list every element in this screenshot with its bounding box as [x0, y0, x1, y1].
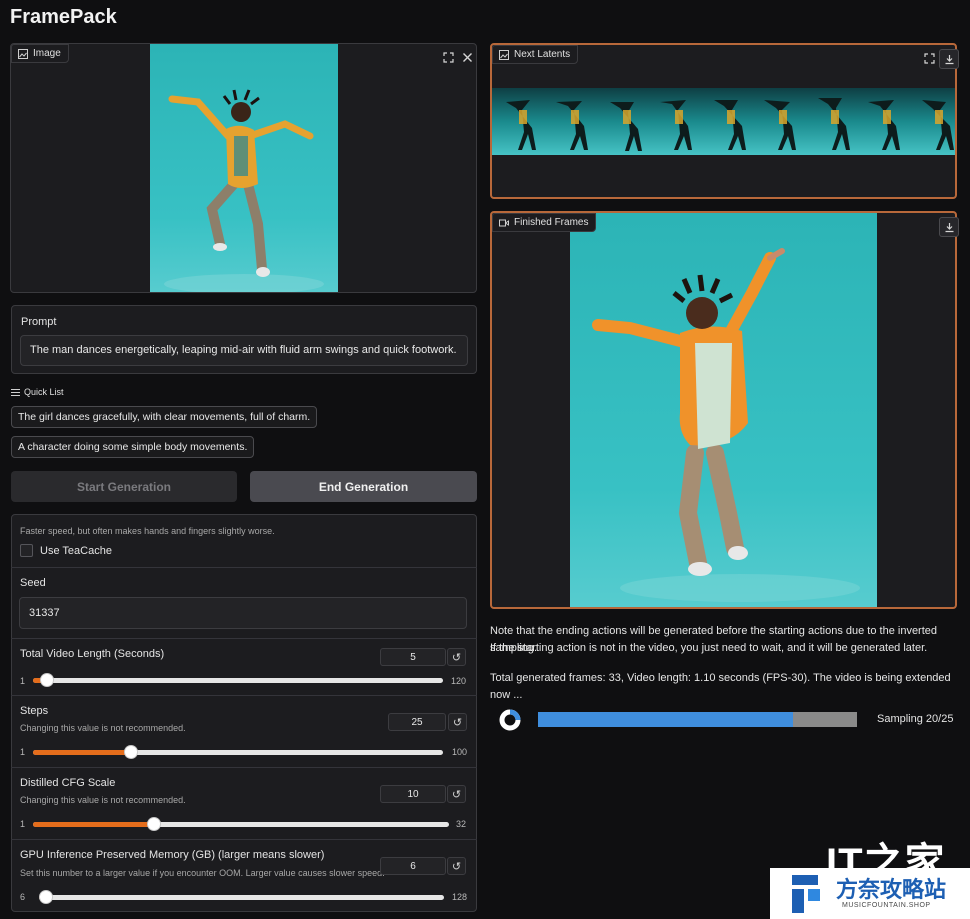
- next-latents-label: Next Latents: [514, 49, 571, 60]
- fullscreen-icon[interactable]: [920, 49, 938, 67]
- output-video[interactable]: [570, 213, 877, 607]
- video-icon: [499, 219, 509, 226]
- gpu-memory-info: Set this number to a larger value if you…: [20, 868, 385, 878]
- image-input-panel[interactable]: Image: [10, 43, 477, 293]
- watermark-url: MUSICFOUNTAIN.SHOP: [842, 902, 931, 909]
- prompt-input[interactable]: The man dances energetically, leaping mi…: [20, 335, 468, 366]
- steps-slider[interactable]: [33, 745, 443, 759]
- slider-fill: [33, 822, 154, 827]
- cfg-label: Distilled CFG Scale: [20, 777, 116, 789]
- video-length-slider[interactable]: [33, 673, 443, 687]
- gpu-memory-label: GPU Inference Preserved Memory (GB) (lar…: [20, 849, 325, 861]
- progress-bar: [538, 712, 857, 727]
- finished-frames-panel: Finished Frames: [490, 211, 959, 609]
- gpu-memory-section: GPU Inference Preserved Memory (GB) (lar…: [11, 839, 477, 911]
- image-label-chip: Image: [11, 44, 69, 63]
- video-length-section: Total Video Length (Seconds) 5 ↺ 1 120: [11, 638, 477, 695]
- steps-input[interactable]: 25: [388, 713, 446, 731]
- teacache-info: Faster speed, but often makes hands and …: [20, 526, 275, 536]
- app-title: FramePack: [10, 6, 117, 28]
- reset-icon[interactable]: ↺: [447, 857, 466, 875]
- latent-frames-image: [492, 88, 955, 155]
- teacache-checkbox[interactable]: Use TeaCache: [20, 544, 112, 557]
- slider-thumb[interactable]: [39, 673, 54, 687]
- quick-list-item[interactable]: The girl dances gracefully, with clear m…: [11, 406, 318, 428]
- watermark-logo-icon: [792, 875, 830, 913]
- prompt-panel: Prompt The man dances energetically, lea…: [11, 305, 477, 374]
- quick-list-header: Quick List: [11, 387, 64, 397]
- gpu-memory-slider[interactable]: [39, 890, 444, 904]
- cfg-input[interactable]: 10: [380, 785, 446, 803]
- list-icon: [11, 388, 20, 396]
- slider-thumb[interactable]: [39, 890, 53, 904]
- video-length-input[interactable]: 5: [380, 648, 446, 666]
- close-icon[interactable]: [458, 48, 476, 66]
- slider-max: 32: [456, 819, 467, 829]
- seed-section: Seed 31337: [11, 567, 477, 638]
- note-line-2: If the starting action is not in the vid…: [490, 642, 928, 654]
- reset-icon[interactable]: ↺: [447, 648, 466, 666]
- progress-label: Sampling 20/25: [877, 713, 954, 725]
- slider-min: 6: [20, 892, 26, 902]
- reset-icon[interactable]: ↺: [447, 785, 466, 803]
- slider-min: 1: [20, 819, 26, 829]
- teacache-label: Use TeaCache: [40, 544, 112, 557]
- steps-label: Steps: [20, 705, 49, 717]
- slider-max: 120: [451, 676, 467, 686]
- seed-label: Seed: [20, 577, 46, 589]
- loading-spinner-icon: [499, 709, 521, 731]
- cfg-section: Distilled CFG Scale Changing this value …: [11, 767, 477, 839]
- quick-list-item[interactable]: A character doing some simple body movem…: [11, 436, 255, 458]
- download-icon[interactable]: [939, 217, 959, 237]
- watermark-cn: 方奈攻略站: [836, 877, 947, 902]
- progress-fill: [538, 712, 794, 727]
- image-icon: [499, 49, 509, 60]
- download-icon[interactable]: [939, 49, 959, 69]
- slider-max: 100: [452, 747, 468, 757]
- finished-frames-chip: Finished Frames: [492, 213, 597, 232]
- finished-frames-label: Finished Frames: [514, 217, 589, 228]
- input-dancer-image: [150, 44, 338, 292]
- slider-min: 1: [20, 747, 26, 757]
- reset-icon[interactable]: ↺: [448, 713, 467, 731]
- slider-thumb[interactable]: [146, 817, 161, 831]
- steps-section: Steps Changing this value is not recomme…: [11, 695, 477, 767]
- cfg-info: Changing this value is not recommended.: [20, 795, 186, 805]
- next-latents-panel: Next Latents: [490, 43, 959, 199]
- end-generation-button[interactable]: End Generation: [250, 471, 477, 502]
- gpu-memory-input[interactable]: 6: [380, 857, 446, 875]
- watermark-banner: 方奈攻略站 MUSICFOUNTAIN.SHOP: [770, 868, 970, 919]
- slider-thumb[interactable]: [124, 745, 139, 759]
- seed-input[interactable]: 31337: [19, 597, 467, 629]
- quick-list-label: Quick List: [24, 387, 64, 397]
- prompt-label: Prompt: [21, 316, 57, 328]
- steps-info: Changing this value is not recommended.: [20, 723, 186, 733]
- status-text: Total generated frames: 33, Video length…: [490, 672, 951, 701]
- image-label: Image: [33, 48, 61, 59]
- start-generation-button[interactable]: Start Generation: [11, 471, 237, 502]
- video-length-label: Total Video Length (Seconds): [20, 648, 165, 660]
- slider-max: 128: [452, 892, 468, 902]
- cfg-slider[interactable]: [33, 817, 449, 831]
- latents-strip: [492, 88, 955, 155]
- fullscreen-icon[interactable]: [439, 48, 457, 66]
- image-icon: [18, 48, 28, 59]
- slider-fill: [33, 750, 132, 755]
- next-latents-chip: Next Latents: [492, 45, 579, 64]
- slider-min: 1: [20, 676, 26, 686]
